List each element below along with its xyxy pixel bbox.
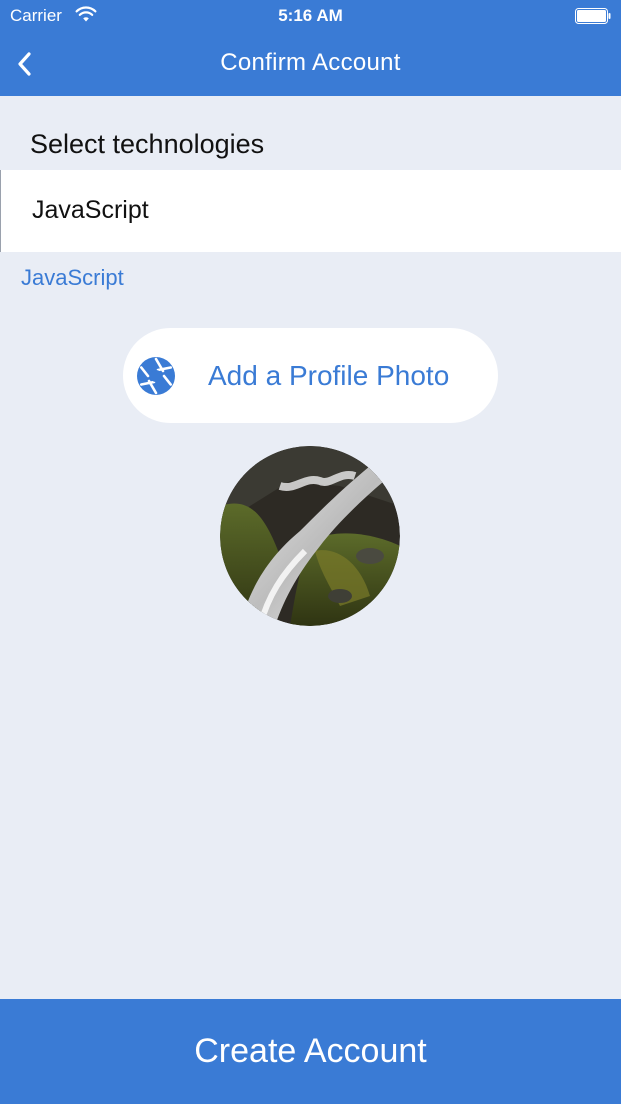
navigation-bar: Carrier 5:16 AM Confirm Account xyxy=(0,0,621,96)
profile-photo-avatar xyxy=(220,446,400,626)
status-time: 5:16 AM xyxy=(278,6,343,25)
create-account-label: Create Account xyxy=(194,1032,427,1070)
technologies-select-value: JavaScript xyxy=(32,196,149,224)
technologies-label: Select technologies xyxy=(30,129,265,159)
page-title: Confirm Account xyxy=(220,49,401,76)
status-bar: Carrier 5:16 AM xyxy=(0,0,621,32)
battery-icon xyxy=(575,8,611,24)
add-profile-photo-label: Add a Profile Photo xyxy=(208,360,450,391)
camera-aperture-icon xyxy=(137,357,175,395)
selected-technology-tag[interactable]: JavaScript xyxy=(21,265,124,291)
create-account-button[interactable]: Create Account xyxy=(0,999,621,1104)
confirm-account-screen: Carrier 5:16 AM Confirm Account Select t… xyxy=(0,0,621,1104)
technologies-select[interactable]: JavaScript xyxy=(0,170,621,252)
